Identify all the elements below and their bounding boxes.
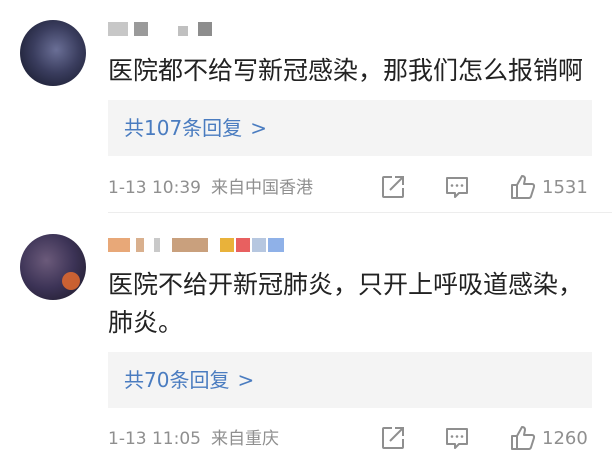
timestamp: 1-13 10:39 — [108, 178, 201, 198]
comment-icon[interactable] — [444, 174, 470, 200]
username-blurred[interactable] — [108, 18, 218, 40]
share-icon[interactable] — [380, 425, 406, 451]
chevron-right-icon: > — [250, 116, 267, 140]
divider — [108, 212, 612, 213]
comment-item: 医院都不给写新冠感染，那我们怎么报销啊 共107条回复 > 1-13 10:39 来… — [0, 0, 612, 213]
replies-label: 共107条回复 — [124, 116, 243, 140]
comment-icon[interactable] — [444, 425, 470, 451]
comment-text: 医院都不给写新冠感染，那我们怎么报销啊 — [108, 56, 584, 85]
comment-meta: 1-13 10:39 来自中国香港 — [108, 177, 313, 199]
like-count: 1531 — [542, 177, 588, 198]
location: 来自重庆 — [210, 429, 279, 449]
location: 来自中国香港 — [210, 178, 313, 198]
like-count: 1260 — [542, 428, 588, 449]
comment-text: 医院不给开新冠肺炎，只开上呼吸道感染，肺炎。 — [108, 270, 584, 337]
view-replies-button[interactable]: 共107条回复 > — [108, 100, 592, 156]
avatar[interactable] — [20, 20, 86, 86]
share-icon[interactable] — [380, 174, 406, 200]
comment-meta: 1-13 11:05 来自重庆 — [108, 428, 279, 450]
thumbs-up-icon[interactable] — [510, 174, 536, 200]
replies-label: 共70条回复 — [124, 368, 230, 392]
chevron-right-icon: > — [237, 368, 255, 392]
view-replies-button[interactable]: 共70条回复 > — [108, 352, 592, 408]
thumbs-up-icon[interactable] — [510, 425, 536, 451]
avatar[interactable] — [20, 234, 86, 300]
timestamp: 1-13 11:05 — [108, 429, 201, 449]
username-blurred[interactable] — [108, 234, 288, 256]
